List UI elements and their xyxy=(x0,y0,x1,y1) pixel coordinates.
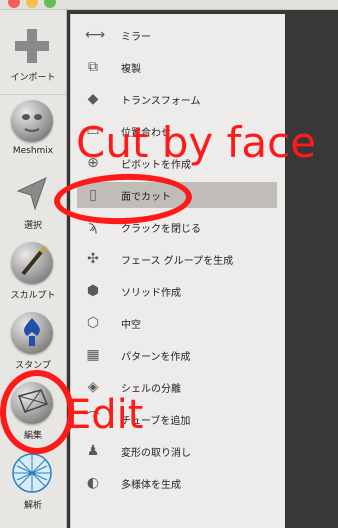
mesh-sphere-icon xyxy=(12,453,52,493)
window-titlebar xyxy=(0,0,338,10)
menu-item-label: ミラー xyxy=(121,32,151,43)
menu-item-label: パターンを作成 xyxy=(121,352,191,363)
menu-item-undo-deform[interactable]: ♟ 変形の取り消し xyxy=(77,438,277,464)
menu-item-make-solid[interactable]: ⬢ ソリッド作成 xyxy=(77,278,277,304)
menu-item-label: ソリッド作成 xyxy=(121,288,181,299)
tool-meshmix-label: Meshmix xyxy=(12,146,54,156)
menu-item-pattern[interactable]: ▦ パターンを作成 xyxy=(77,342,277,368)
annotation-circle-edit xyxy=(0,370,74,454)
manifold-icon: ◐ xyxy=(86,475,100,491)
menu-item-label: 変形の取り消し xyxy=(121,448,191,459)
duplicate-icon: ⧉ xyxy=(88,59,98,75)
brush-sphere-icon xyxy=(11,242,53,284)
menu-item-hollow[interactable]: ⬡ 中空 xyxy=(77,310,277,336)
menu-item-duplicate[interactable]: ⧉ 複製 xyxy=(77,54,277,80)
stamp-sphere-icon xyxy=(11,312,53,354)
menu-item-mirror[interactable]: ⟷ ミラー xyxy=(77,22,277,48)
edit-menu: ⟷ ミラー ⧉ 複製 ◆ トランスフォーム ▭ 位置合わせ ⊕ ピボットを作成 … xyxy=(70,14,285,528)
menu-item-label: 複製 xyxy=(121,64,141,75)
annotation-cut-by-face: Cut by face xyxy=(76,118,317,167)
viewport-background xyxy=(289,10,338,528)
face-groups-icon: ✣ xyxy=(87,251,99,267)
pattern-icon: ▦ xyxy=(86,347,100,363)
tool-analysis[interactable]: 解析 xyxy=(0,452,66,522)
tool-stamp-label: スタンプ xyxy=(15,361,51,371)
minimize-window-button[interactable] xyxy=(26,0,38,8)
tool-meshmix[interactable]: Meshmix xyxy=(0,100,66,170)
annotation-edit: Edit xyxy=(66,392,144,438)
tool-sculpt[interactable]: スカルプト xyxy=(0,242,66,312)
mirror-icon: ⟷ xyxy=(85,27,106,43)
menu-item-label: トランスフォーム xyxy=(121,96,201,107)
menu-item-transform[interactable]: ◆ トランスフォーム xyxy=(77,86,277,112)
cursor-arrow-icon xyxy=(16,177,47,211)
menu-item-label: フェース グループを生成 xyxy=(121,256,234,267)
undo-deform-icon: ♟ xyxy=(86,443,100,459)
tool-sculpt-label: スカルプト xyxy=(10,291,56,301)
hollow-icon: ⬡ xyxy=(86,315,100,331)
face-sphere-icon xyxy=(11,100,53,142)
tool-analysis-label: 解析 xyxy=(23,501,42,511)
close-window-button[interactable] xyxy=(8,0,20,8)
make-solid-icon: ⬢ xyxy=(86,283,100,299)
zoom-window-button[interactable] xyxy=(44,0,56,8)
plus-icon xyxy=(15,29,49,63)
tool-select-label: 選択 xyxy=(23,221,42,231)
tool-import[interactable]: インポート xyxy=(0,24,66,95)
transform-icon: ◆ xyxy=(87,91,99,107)
menu-item-label: 多様体を生成 xyxy=(121,480,181,491)
menu-item-face-groups[interactable]: ✣ フェース グループを生成 xyxy=(77,246,277,272)
menu-item-label: 中空 xyxy=(121,320,141,331)
tool-import-label: インポート xyxy=(10,73,56,83)
menu-item-generate-manifold[interactable]: ◐ 多様体を生成 xyxy=(77,470,277,496)
